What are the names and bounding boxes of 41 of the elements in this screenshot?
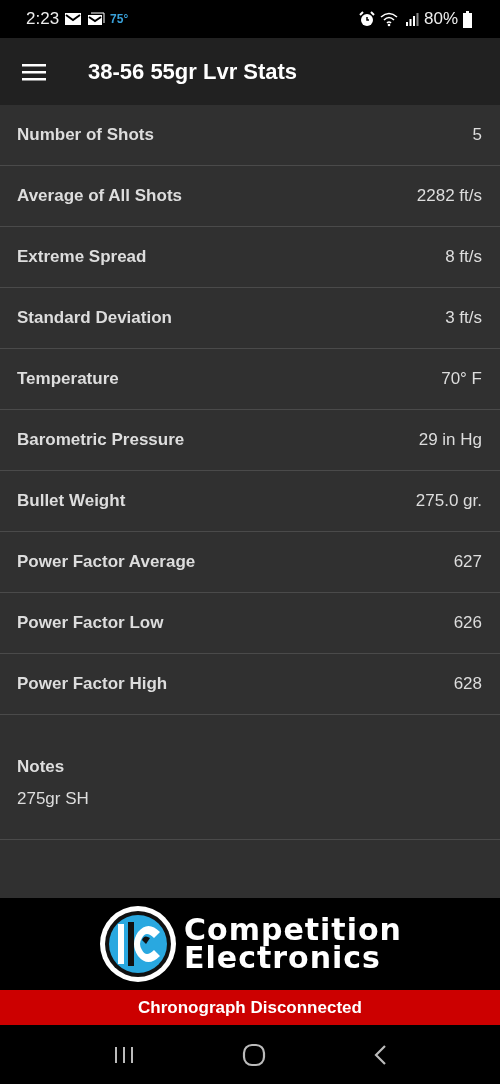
- status-time: 2:23: [26, 9, 60, 29]
- stat-value: 8 ft/s: [445, 247, 482, 267]
- home-icon[interactable]: [242, 1042, 266, 1067]
- brand-name: Competition: [184, 916, 402, 944]
- stat-label: Power Factor Low: [17, 613, 164, 633]
- stat-value: 275.0 gr.: [415, 491, 482, 511]
- stat-value: 628: [453, 674, 482, 694]
- screen-title: 38-56 55gr Lvr Stats: [88, 58, 298, 85]
- stat-label: Number of Shots: [17, 125, 154, 145]
- notes-label: Notes: [17, 757, 66, 777]
- stat-value: 5: [472, 125, 482, 145]
- stat-label: Average of All Shots: [17, 186, 182, 206]
- mail-icon: [87, 12, 106, 26]
- back-icon[interactable]: [372, 1043, 387, 1066]
- stat-value: 70° F: [441, 369, 482, 389]
- stat-label: Power Factor High: [17, 674, 168, 694]
- alarm-icon: [358, 11, 375, 27]
- recent-apps-icon[interactable]: [113, 1045, 136, 1064]
- brand-name: Electronics: [184, 944, 381, 972]
- stat-label: Extreme Spread: [17, 247, 147, 267]
- menu-button[interactable]: [22, 62, 46, 81]
- battery-icon: [463, 10, 472, 28]
- weather-temperature: 75°: [110, 12, 129, 26]
- stat-label: Bullet Weight: [17, 491, 126, 511]
- stat-value: 3 ft/s: [445, 308, 482, 328]
- stat-value: 626: [453, 613, 482, 633]
- menu-icon: [22, 62, 46, 81]
- stat-label: Barometric Pressure: [17, 430, 185, 450]
- battery-percentage: 80%: [423, 9, 458, 29]
- wifi-icon: [379, 11, 400, 27]
- stat-label: Standard Deviation: [17, 308, 172, 328]
- notes-text: 275gr SH: [17, 789, 90, 809]
- connection-status-banner: Chronograph Disconnected: [0, 990, 500, 1025]
- stat-label: Temperature: [17, 369, 119, 389]
- stat-value: 29 in Hg: [418, 430, 482, 450]
- stat-value: 627: [453, 552, 482, 572]
- mail-icon: [64, 12, 83, 26]
- logo-icon: [98, 904, 179, 984]
- signal-icon: [404, 11, 419, 27]
- stat-label: Power Factor Average: [17, 552, 196, 572]
- stat-value: 2282 ft/s: [416, 186, 482, 206]
